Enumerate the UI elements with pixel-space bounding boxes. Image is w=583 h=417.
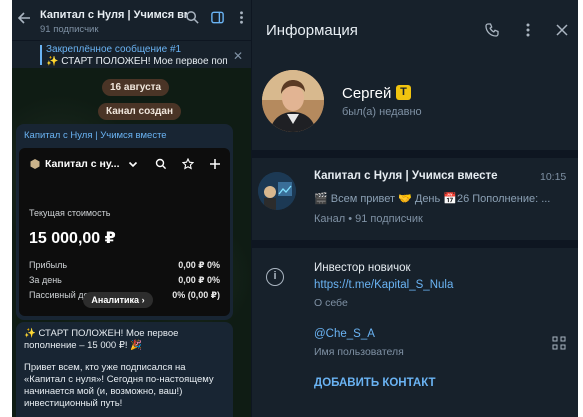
pinned-text: ✨ СТАРТ ПОЛОЖЕН! Мое первое поп	[46, 56, 228, 67]
channel-message: ✨ СТАРТ ПОЛОЖЕН! Мое первое пополнение –…	[16, 322, 233, 417]
avatar[interactable]	[262, 70, 324, 132]
card-header: Капитал с Нуля | Учимся вместе	[24, 130, 167, 141]
close-icon[interactable]	[554, 22, 570, 38]
portfolio-widget: Капитал с ну... Текущая стоимость 15 000…	[19, 148, 230, 316]
channel-subtitle: Канал • 91 подписчик	[314, 213, 423, 225]
username[interactable]: @Che_S_A	[314, 328, 375, 340]
section-divider	[252, 150, 578, 158]
last-seen-status: был(а) недавно	[342, 106, 422, 118]
message-line: пополнение – 15 000 ₽! 🎉	[24, 340, 142, 351]
info-title: Информация	[266, 22, 358, 39]
channel-preview: 🎬 Всем привет 🤝 День 📅26 Пополнение: ...	[314, 193, 551, 205]
bio-label: О себе	[314, 297, 348, 309]
message-line: «Капитал с нуля»! Сегодня по-настоящему	[24, 374, 214, 385]
analytics-button[interactable]: Аналитика ›	[83, 292, 153, 308]
message-line: Привет всем, кто уже подписался на	[24, 362, 186, 373]
user-name: Сергей	[342, 85, 392, 102]
channel-avatar[interactable]	[258, 172, 296, 210]
date-pill: 16 августа	[102, 79, 170, 96]
bio-text: Инвестор новичок	[314, 262, 411, 274]
avatar-photo	[262, 70, 324, 132]
info-icon: i	[266, 268, 284, 286]
pinned-bar	[40, 45, 42, 65]
account-selector[interactable]: Капитал с ну...	[45, 158, 120, 170]
search-icon[interactable]	[155, 158, 167, 170]
chat-title[interactable]: Капитал с Нуля | Учимся вмесе	[40, 9, 188, 21]
more-icon[interactable]	[520, 22, 536, 38]
chevron-down-icon[interactable]	[127, 158, 139, 170]
message-line: инвестиционный путь!	[24, 398, 123, 409]
chat-subscribers: 91 подписчик	[40, 24, 99, 35]
profit-label: Прибыль	[29, 260, 68, 270]
chat-header: Капитал с Нуля | Учимся вмесе 91 подписч…	[12, 0, 251, 40]
profit-value: 0,00 ₽ 0%	[178, 260, 220, 270]
premium-badge-icon: Т	[396, 85, 411, 100]
chat-panel: Капитал с Нуля | Учимся вмесе 91 подписч…	[12, 0, 251, 417]
star-icon[interactable]	[182, 158, 194, 170]
current-value-label: Текущая стоимость	[29, 208, 111, 218]
section-divider	[252, 240, 578, 248]
channel-title[interactable]: Капитал с Нуля | Учимся вместе	[314, 170, 498, 182]
back-arrow-icon[interactable]	[16, 10, 32, 26]
message-line: ✨ СТАРТ ПОЛОЖЕН! Мое первое	[24, 328, 179, 339]
pinned-message[interactable]: Закреплённое сообщение #1 ✨ СТАРТ ПОЛОЖЕ…	[12, 40, 251, 68]
cube-icon	[30, 159, 40, 169]
channel-created-pill: Канал создан	[98, 103, 181, 120]
channel-time: 10:15	[540, 171, 567, 183]
sidebar-toggle-icon[interactable]	[210, 10, 225, 25]
plus-icon[interactable]	[209, 158, 221, 170]
day-value: 0,00 ₽ 0%	[178, 275, 220, 285]
channel-avatar-image	[258, 172, 296, 210]
info-panel: Информация Сергей Т был(а) недавно Капит…	[252, 0, 578, 417]
message-line: начинается мой (и, возможно, ваш!)	[24, 386, 183, 397]
pin-icon[interactable]: ✕	[233, 49, 243, 63]
passive-income-value: 0% (0,00 ₽)	[172, 290, 220, 300]
qr-code-icon[interactable]	[552, 336, 566, 350]
add-contact-button[interactable]: ДОБАВИТЬ КОНТАКТ	[314, 377, 436, 389]
more-icon[interactable]	[234, 10, 249, 25]
day-label: За день	[29, 275, 62, 285]
username-label: Имя пользователя	[314, 346, 404, 358]
bot-card-message: Капитал с Нуля | Учимся вместе Капитал с…	[16, 124, 233, 320]
phone-icon[interactable]	[484, 22, 500, 38]
current-value: 15 000,00 ₽	[29, 230, 116, 247]
bio-link[interactable]: https://t.me/Kapital_S_Nula	[314, 279, 453, 291]
search-icon[interactable]	[185, 10, 200, 25]
pinned-title: Закреплённое сообщение #1	[46, 44, 182, 55]
